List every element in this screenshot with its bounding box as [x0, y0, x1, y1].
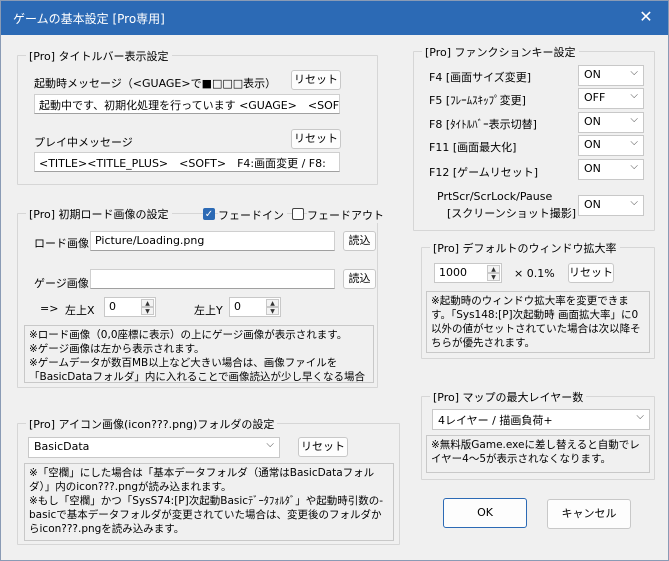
fkey-label-f4: F4 [画面サイズ変更]	[429, 71, 532, 84]
zoom-stepper[interactable]: 1000 ▲ ▼	[434, 263, 502, 283]
load-image-browse-button[interactable]: 読込	[343, 231, 376, 251]
cancel-button[interactable]: キャンセル	[547, 499, 631, 529]
map-layers-group: [Pro] マップの最大レイヤー数 4レイヤー / 描画負荷+ ⌵ ※無料版Ga…	[421, 389, 655, 480]
y-label: 左上Y	[194, 304, 223, 317]
chevron-down-icon: ⌵	[636, 411, 644, 422]
close-icon[interactable]: ✕	[636, 7, 656, 27]
loading-image-legend: [Pro] 初期ロード画像の設定	[26, 206, 172, 222]
y-up-arrow-icon[interactable]: ▲	[266, 299, 279, 307]
fkey-select-f8[interactable]: ON ⌵	[578, 112, 644, 133]
fkey-select-f12[interactable]: ON ⌵	[578, 159, 644, 180]
chevron-down-icon: ⌵	[630, 137, 638, 148]
load-image-label: ロード画像	[34, 237, 89, 250]
window-zoom-legend: [Pro] デフォルトのウィンドウ拡大率	[430, 240, 620, 256]
icon-folder-legend: [Pro] アイコン画像(icon???.png)フォルダの設定	[26, 416, 278, 432]
fkey-label-f12: F12 [ゲームリセット]	[429, 166, 539, 179]
startup-reset-button[interactable]: リセット	[291, 70, 341, 90]
icon-folder-note: ※「空欄」にした場合は「基本データフォルダ（通常はBasicDataフォルダ）」…	[24, 463, 394, 541]
fkey-label-f5: F5 [ﾌﾚｰﾑｽｷｯﾌﾟ変更]	[429, 94, 526, 107]
playing-reset-button[interactable]: リセット	[291, 129, 341, 149]
map-layers-legend: [Pro] マップの最大レイヤー数	[430, 389, 587, 405]
loading-image-note: ※ロード画像（0,0座標に表示）の上にゲージ画像が表示されます。 ※ゲージ画像は…	[24, 325, 374, 383]
fade-out-checkbox[interactable]	[292, 208, 304, 220]
map-layers-note: ※無料版Game.exeに差し替えると自動でレイヤー4～5が表示されなくなります…	[426, 435, 650, 473]
arrow-label: =>	[40, 302, 59, 315]
gauge-image-browse-button[interactable]: 読込	[343, 269, 376, 289]
zoom-value: 1000	[439, 266, 467, 279]
chevron-down-icon: ⌵	[630, 197, 638, 208]
fkey-label-f8: F8 [ﾀｲﾄﾙﾊﾞｰ表示切替]	[429, 118, 537, 131]
x-value: 0	[109, 300, 116, 313]
zoom-unit-label: × 0.1%	[514, 267, 555, 280]
map-layers-select[interactable]: 4レイヤー / 描画負荷+ ⌵	[432, 409, 650, 430]
title-bar: ゲームの基本設定 [Pro専用] ✕	[1, 1, 668, 35]
y-down-arrow-icon[interactable]: ▼	[266, 307, 279, 315]
zoom-note: ※起動時のウィンドウ拡大率を変更できます。「Sys148:[P]次起動時 画面拡…	[426, 291, 650, 353]
titlebar-settings-group: [Pro] タイトルバー表示設定 起動時メッセージ（<GUAGE>で■□□□表示…	[17, 48, 378, 185]
x-up-arrow-icon[interactable]: ▲	[141, 299, 154, 307]
icon-folder-reset-button[interactable]: リセット	[298, 437, 348, 457]
prtscr-label-line1: PrtScr/ScrLock/Pause	[437, 190, 553, 203]
gauge-image-input[interactable]	[90, 269, 335, 289]
fade-in-label: フェードイン	[218, 207, 287, 223]
icon-folder-value: BasicData	[34, 440, 90, 453]
x-stepper[interactable]: 0 ▲ ▼	[104, 297, 156, 317]
fkey-value-f11: ON	[584, 138, 601, 151]
chevron-down-icon: ⌵	[266, 439, 274, 450]
playing-message-input[interactable]: <TITLE><TITLE_PLUS> <SOFT> F4:画面変更 / F8:	[34, 152, 340, 172]
x-label: 左上X	[65, 304, 95, 317]
startup-message-label: 起動時メッセージ（<GUAGE>で■□□□表示）	[34, 77, 277, 90]
fkey-label-f11: F11 [画面最大化]	[429, 141, 517, 154]
window-zoom-group: [Pro] デフォルトのウィンドウ拡大率 1000 ▲ ▼ × 0.1% リセット…	[421, 240, 655, 359]
gauge-image-label: ゲージ画像	[34, 277, 89, 290]
prtscr-label-line2: [スクリーンショット撮影]	[447, 207, 577, 220]
ok-button[interactable]: OK	[443, 498, 527, 528]
settings-dialog: ゲームの基本設定 [Pro専用] ✕ [Pro] タイトルバー表示設定 起動時メ…	[0, 0, 669, 561]
fkey-select-f5[interactable]: OFF ⌵	[578, 88, 644, 109]
window-title: ゲームの基本設定 [Pro専用]	[13, 12, 165, 26]
fkey-select-f4[interactable]: ON ⌵	[578, 65, 644, 86]
icon-folder-select[interactable]: BasicData ⌵	[28, 437, 280, 458]
titlebar-settings-legend: [Pro] タイトルバー表示設定	[26, 48, 172, 64]
fkey-value-f12: ON	[584, 162, 601, 175]
y-value: 0	[234, 300, 241, 313]
y-stepper[interactable]: 0 ▲ ▼	[229, 297, 281, 317]
icon-folder-group: [Pro] アイコン画像(icon???.png)フォルダの設定 BasicDa…	[17, 416, 400, 545]
function-keys-group: [Pro] ファンクションキー設定 F4 [画面サイズ変更] ON ⌵ F5 [ﾌ…	[413, 44, 655, 231]
x-down-arrow-icon[interactable]: ▼	[141, 307, 154, 315]
zoom-reset-button[interactable]: リセット	[568, 263, 614, 283]
zoom-down-arrow-icon[interactable]: ▼	[487, 273, 500, 281]
loading-image-group: [Pro] 初期ロード画像の設定 ✓ フェードイン フェードアウト ロード画像 …	[17, 206, 387, 388]
startup-message-input[interactable]: 起動中です、初期化処理を行っています <GUAGE> <SOFT>	[34, 94, 340, 114]
chevron-down-icon: ⌵	[630, 67, 638, 78]
playing-message-label: プレイ中メッセージ	[34, 136, 133, 149]
load-image-input[interactable]: Picture/Loading.png	[90, 231, 335, 251]
function-keys-legend: [Pro] ファンクションキー設定	[422, 44, 579, 60]
zoom-up-arrow-icon[interactable]: ▲	[487, 265, 500, 273]
fkey-select-f11[interactable]: ON ⌵	[578, 135, 644, 156]
prtscr-select[interactable]: ON ⌵	[578, 195, 644, 216]
fade-out-label: フェードアウト	[307, 207, 387, 223]
map-layers-value: 4レイヤー / 描画負荷+	[438, 414, 553, 427]
chevron-down-icon: ⌵	[630, 161, 638, 172]
prtscr-value: ON	[584, 198, 601, 211]
fade-in-checkbox[interactable]: ✓	[203, 208, 215, 220]
fkey-value-f5: OFF	[584, 91, 606, 104]
chevron-down-icon: ⌵	[630, 114, 638, 125]
fkey-value-f8: ON	[584, 115, 601, 128]
fkey-value-f4: ON	[584, 68, 601, 81]
chevron-down-icon: ⌵	[630, 90, 638, 101]
